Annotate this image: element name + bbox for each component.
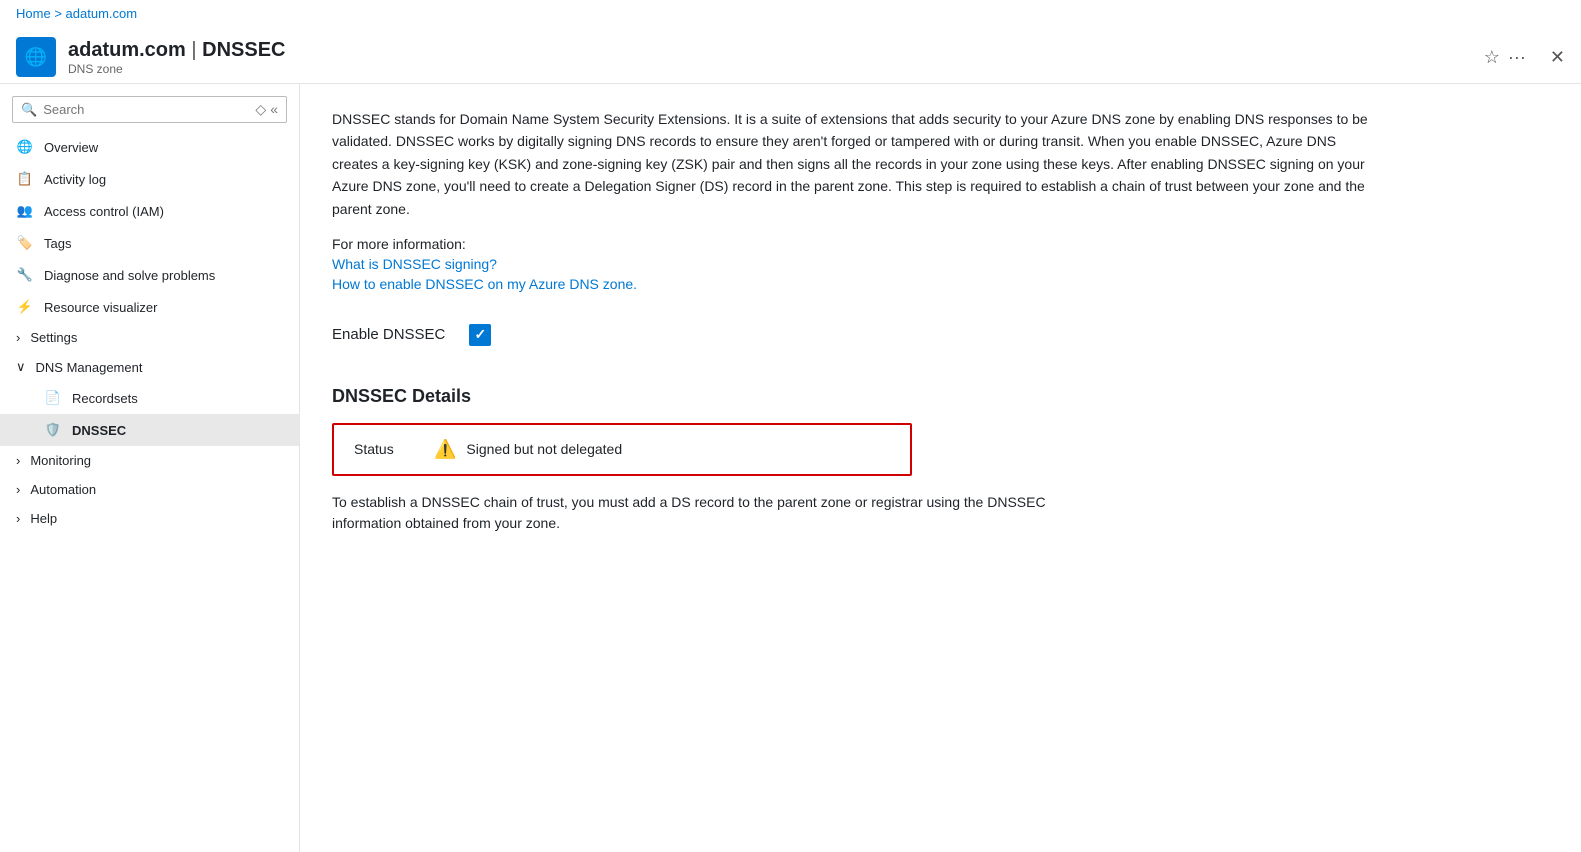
search-bar[interactable]: 🔍 ◇ «: [12, 96, 287, 123]
sidebar-label-monitoring: Monitoring: [30, 453, 91, 468]
link-how-to-enable-dnssec[interactable]: How to enable DNSSEC on my Azure DNS zon…: [332, 276, 1549, 292]
sidebar-label-settings: Settings: [30, 330, 77, 345]
visualizer-icon: ⚡: [16, 298, 34, 316]
sidebar-label-dns-management: DNS Management: [36, 360, 143, 375]
overview-icon: 🌐: [16, 138, 34, 156]
sidebar-label-activity-log: Activity log: [44, 172, 106, 187]
header-actions: ☆ ···: [1484, 47, 1526, 68]
more-info-section: For more information: What is DNSSEC sig…: [332, 236, 1549, 292]
breadcrumb-separator: >: [54, 6, 62, 21]
sidebar-item-visualizer[interactable]: ⚡ Resource visualizer: [0, 291, 299, 323]
header-title-block: adatum.com | DNSSEC DNS zone: [68, 39, 1484, 76]
more-info-label: For more information:: [332, 236, 466, 252]
sidebar-label-recordsets: Recordsets: [72, 391, 138, 406]
content-area: DNSSEC stands for Domain Name System Sec…: [300, 84, 1581, 852]
settings-expand-icon: ›: [16, 330, 20, 345]
tags-icon: 🏷️: [16, 234, 34, 252]
dnssec-icon: 🛡️: [44, 421, 62, 439]
recordsets-icon: 📄: [44, 389, 62, 407]
chain-trust-description: To establish a DNSSEC chain of trust, yo…: [332, 492, 1112, 534]
search-pin-icon[interactable]: ◇: [255, 101, 266, 118]
sidebar-section-dns-management[interactable]: ∨ DNS Management: [0, 352, 299, 382]
sidebar-item-dnssec[interactable]: 🛡️ DNSSEC: [0, 414, 299, 446]
enable-dnssec-checkbox[interactable]: [469, 324, 491, 346]
status-label: Status: [354, 441, 434, 457]
status-value: ⚠️ Signed but not delegated: [434, 439, 622, 460]
sidebar-item-recordsets[interactable]: 📄 Recordsets: [0, 382, 299, 414]
monitoring-expand-icon: ›: [16, 453, 20, 468]
warning-icon: ⚠️: [434, 439, 456, 460]
dnssec-details-section: DNSSEC Details Status ⚠️ Signed but not …: [332, 386, 1549, 534]
diagnose-icon: 🔧: [16, 266, 34, 284]
search-collapse-icon[interactable]: «: [270, 101, 278, 118]
sidebar-section-automation[interactable]: › Automation: [0, 475, 299, 504]
dns-expand-icon: ∨: [16, 359, 26, 375]
enable-dnssec-label: Enable DNSSEC: [332, 326, 445, 343]
page-title: adatum.com | DNSSEC: [68, 39, 1484, 62]
sidebar-label-help: Help: [30, 511, 57, 526]
sidebar-label-iam: Access control (IAM): [44, 204, 164, 219]
dnssec-description: DNSSEC stands for Domain Name System Sec…: [332, 108, 1382, 220]
link-what-is-dnssec[interactable]: What is DNSSEC signing?: [332, 256, 1549, 272]
breadcrumb: Home > adatum.com: [0, 0, 1581, 27]
iam-icon: 👥: [16, 202, 34, 220]
favorite-icon[interactable]: ☆: [1484, 47, 1500, 68]
page-header: 🌐 adatum.com | DNSSEC DNS zone ☆ ··· ✕: [0, 27, 1581, 84]
activity-log-icon: 📋: [16, 170, 34, 188]
sidebar-label-overview: Overview: [44, 140, 98, 155]
sidebar-item-iam[interactable]: 👥 Access control (IAM): [0, 195, 299, 227]
sidebar-section-help[interactable]: › Help: [0, 504, 299, 533]
dnssec-details-title: DNSSEC Details: [332, 386, 1549, 407]
sidebar-item-tags[interactable]: 🏷️ Tags: [0, 227, 299, 259]
sidebar-section-settings[interactable]: › Settings: [0, 323, 299, 352]
help-expand-icon: ›: [16, 511, 20, 526]
page-subtitle: DNS zone: [68, 62, 1484, 76]
sidebar-item-overview[interactable]: 🌐 Overview: [0, 131, 299, 163]
sidebar: 🔍 ◇ « 🌐 Overview 📋 Activity log 👥 A: [0, 84, 300, 852]
sidebar-label-dnssec: DNSSEC: [72, 423, 126, 438]
main-layout: 🔍 ◇ « 🌐 Overview 📋 Activity log 👥 A: [0, 84, 1581, 852]
automation-expand-icon: ›: [16, 482, 20, 497]
search-actions: ◇ «: [255, 101, 278, 118]
dns-zone-icon: 🌐: [16, 37, 56, 77]
sidebar-item-activity-log[interactable]: 📋 Activity log: [0, 163, 299, 195]
sidebar-label-diagnose: Diagnose and solve problems: [44, 268, 215, 283]
status-box: Status ⚠️ Signed but not delegated: [332, 423, 912, 476]
search-input[interactable]: [43, 102, 255, 117]
sidebar-label-visualizer: Resource visualizer: [44, 300, 157, 315]
search-icon: 🔍: [21, 102, 37, 118]
sidebar-label-tags: Tags: [44, 236, 71, 251]
more-options-icon[interactable]: ···: [1508, 47, 1526, 68]
svg-text:🌐: 🌐: [25, 46, 47, 67]
close-icon[interactable]: ✕: [1550, 47, 1565, 68]
breadcrumb-home[interactable]: Home: [16, 6, 51, 21]
enable-dnssec-row: Enable DNSSEC: [332, 324, 1549, 346]
sidebar-label-automation: Automation: [30, 482, 96, 497]
sidebar-item-diagnose[interactable]: 🔧 Diagnose and solve problems: [0, 259, 299, 291]
sidebar-section-monitoring[interactable]: › Monitoring: [0, 446, 299, 475]
breadcrumb-current[interactable]: adatum.com: [66, 6, 138, 21]
status-text: Signed but not delegated: [466, 441, 622, 457]
